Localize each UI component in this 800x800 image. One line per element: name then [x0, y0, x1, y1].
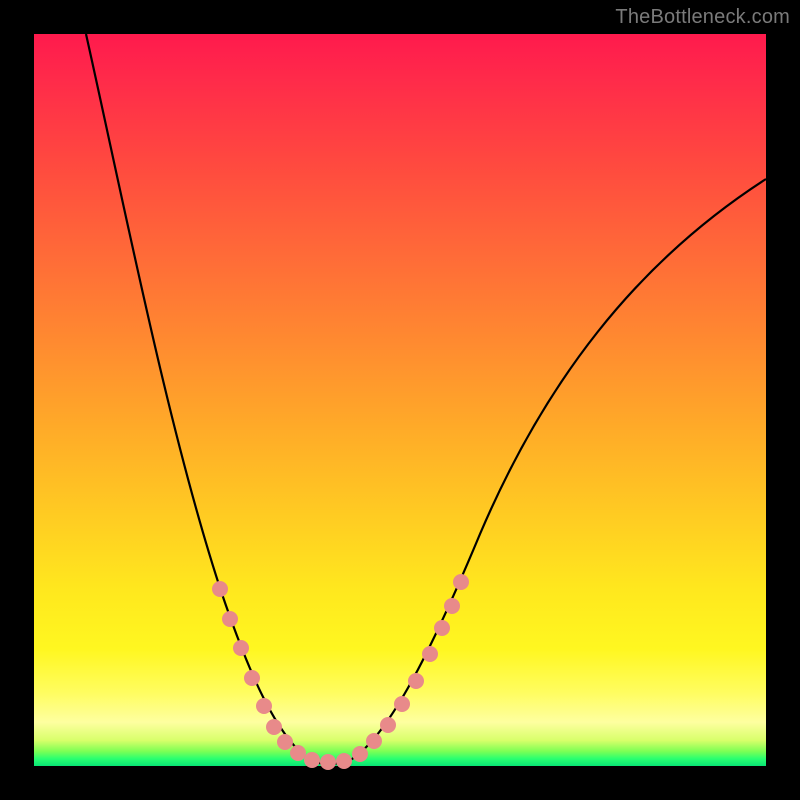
curve-marker [422, 646, 438, 662]
curve-marker [244, 670, 260, 686]
curve-marker [212, 581, 228, 597]
marker-group [212, 574, 469, 770]
curve-marker [453, 574, 469, 590]
curve-marker [336, 753, 352, 769]
watermark-text: TheBottleneck.com [615, 6, 790, 29]
curve-marker [277, 734, 293, 750]
curve-marker [256, 698, 272, 714]
curve-marker [408, 673, 424, 689]
chart-svg [34, 34, 766, 766]
curve-marker [222, 611, 238, 627]
curve-marker [233, 640, 249, 656]
curve-marker [290, 745, 306, 761]
curve-marker [320, 754, 336, 770]
curve-marker [434, 620, 450, 636]
curve-marker [266, 719, 282, 735]
curve-marker [352, 746, 368, 762]
curve-marker [366, 733, 382, 749]
curve-marker [380, 717, 396, 733]
curve-marker [304, 752, 320, 768]
chart-frame: TheBottleneck.com [0, 0, 800, 800]
curve-marker [444, 598, 460, 614]
plot-area [34, 34, 766, 766]
curve-marker [394, 696, 410, 712]
